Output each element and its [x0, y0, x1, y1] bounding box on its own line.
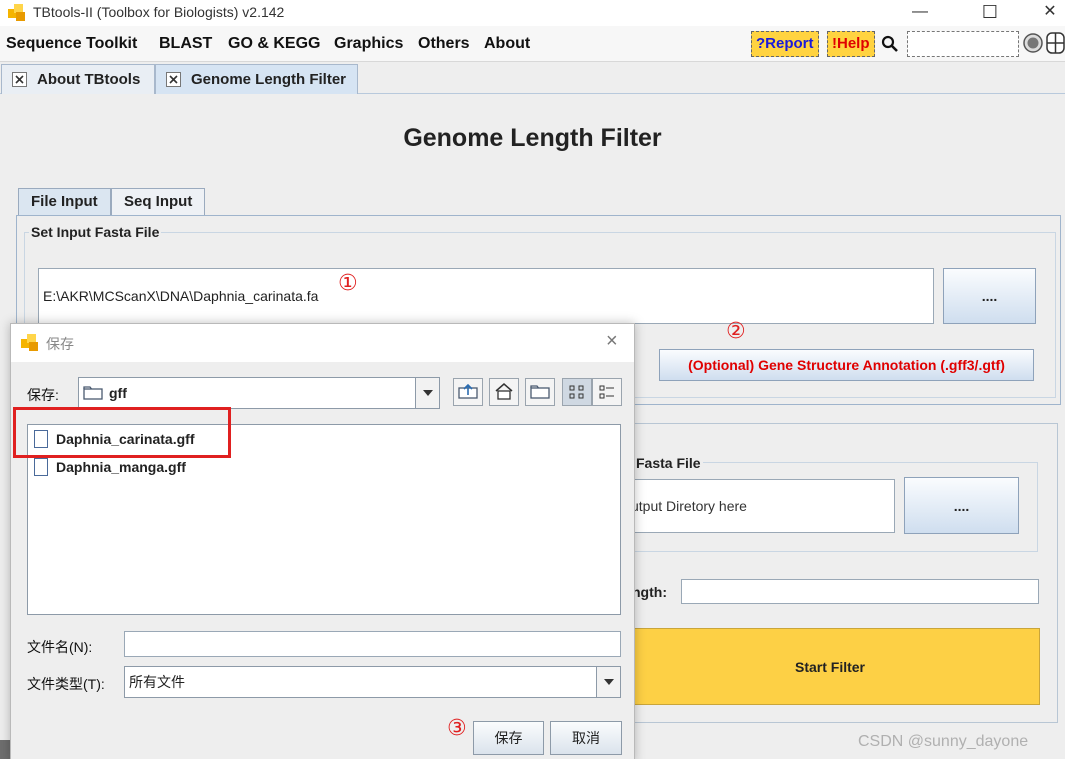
chevron-down-icon[interactable]: [596, 667, 620, 697]
save-button[interactable]: 保存: [473, 721, 544, 755]
input-fasta-path-value: E:\AKR\MCScanX\DNA\Daphnia_carinata.fa: [43, 288, 319, 304]
start-filter-button[interactable]: Start Filter: [620, 628, 1040, 705]
minimize-button[interactable]: —: [897, 0, 943, 26]
save-dialog: 保存 × 保存: gff Daphnia_carinata.gff Daphni…: [10, 323, 635, 759]
tab-seq-input[interactable]: Seq Input: [111, 188, 206, 216]
output-group-title: Fasta File: [634, 455, 703, 471]
tab-about-tbtools[interactable]: About TBtools: [1, 64, 155, 94]
input-fasta-path-field[interactable]: E:\AKR\MCScanX\DNA\Daphnia_carinata.fa: [38, 268, 934, 324]
maximize-button[interactable]: ☐: [967, 0, 1013, 26]
gene-structure-annotation-button[interactable]: (Optional) Gene Structure Annotation (.g…: [659, 349, 1034, 381]
home-button[interactable]: [489, 378, 519, 406]
menu-others[interactable]: Others: [418, 35, 470, 53]
step-marker-1: ①: [338, 270, 358, 295]
page-title: Genome Length Filter: [403, 124, 662, 152]
min-length-label: ngth:: [632, 584, 667, 600]
details-view-button[interactable]: [592, 378, 622, 406]
report-button[interactable]: ?Report: [751, 31, 819, 57]
browse-output-button[interactable]: ....: [904, 477, 1019, 534]
file-name: Daphnia_manga.gff: [56, 459, 186, 475]
tab-close-icon[interactable]: [166, 72, 181, 87]
tab-label: About TBtools: [37, 71, 141, 88]
tbtools-logo-icon: [21, 334, 38, 351]
dialog-close-button[interactable]: ×: [606, 330, 618, 353]
filetype-select[interactable]: 所有文件: [124, 666, 621, 698]
min-length-input[interactable]: [681, 579, 1039, 604]
annotation-button-label: (Optional) Gene Structure Annotation (.g…: [688, 357, 1005, 373]
menu-blast[interactable]: BLAST: [159, 35, 212, 53]
search-icon[interactable]: [881, 35, 899, 53]
tbtools-logo-icon: [8, 4, 25, 21]
folder-name: gff: [109, 385, 127, 401]
watermark: CSDN @sunny_dayone: [858, 733, 1029, 750]
cancel-button-label: 取消: [572, 730, 600, 746]
close-window-button[interactable]: ✕: [1027, 0, 1065, 26]
record-icon[interactable]: [1022, 32, 1044, 54]
step-marker-3: ③: [447, 715, 467, 740]
browse-label: ....: [953, 497, 970, 514]
title-bar: TBtools-II (Toolbox for Biologists) v2.1…: [0, 0, 1065, 26]
grid-icon[interactable]: [1046, 32, 1065, 54]
tab-label: Genome Length Filter: [191, 71, 347, 88]
window-title: TBtools-II (Toolbox for Biologists) v2.1…: [33, 4, 285, 20]
document-tab-bar: About TBtools Genome Length Filter: [0, 62, 1065, 94]
input-group-title: Set Input Fasta File: [29, 224, 162, 240]
output-directory-field[interactable]: utput Diretory here: [620, 479, 895, 533]
up-one-level-button[interactable]: [453, 378, 483, 406]
start-filter-label: Start Filter: [794, 658, 865, 675]
save-button-label: 保存: [494, 730, 523, 746]
save-in-folder-select[interactable]: gff: [78, 377, 440, 409]
save-in-label: 保存:: [27, 387, 59, 403]
tab-genome-length-filter[interactable]: Genome Length Filter: [155, 64, 358, 94]
help-button[interactable]: !Help: [827, 31, 875, 57]
menu-about[interactable]: About: [484, 35, 530, 53]
browse-label: ....: [981, 288, 998, 304]
step-marker-2: ②: [726, 318, 746, 343]
menu-sequence-toolkit[interactable]: Sequence Toolkit: [6, 35, 137, 53]
filename-input[interactable]: [124, 631, 621, 657]
filename-label: 文件名(N):: [27, 639, 93, 655]
window-edge: [0, 740, 10, 759]
list-item[interactable]: Daphnia_manga.gff: [34, 455, 186, 479]
folder-icon: [83, 386, 103, 400]
chevron-down-icon[interactable]: [415, 378, 439, 408]
tab-file-input[interactable]: File Input: [18, 188, 111, 216]
file-icon: [34, 458, 48, 476]
browse-input-button[interactable]: ....: [943, 268, 1036, 324]
search-input[interactable]: [907, 31, 1019, 57]
filetype-label: 文件类型(T):: [27, 676, 105, 692]
dialog-title: 保存: [46, 336, 74, 352]
tab-close-icon[interactable]: [12, 72, 27, 87]
list-view-button[interactable]: [562, 378, 592, 406]
new-folder-button[interactable]: [525, 378, 555, 406]
highlight-annotation-box: [13, 407, 231, 458]
menu-go-kegg[interactable]: GO & KEGG: [228, 35, 320, 53]
output-directory-placeholder: utput Diretory here: [631, 498, 747, 514]
cancel-button[interactable]: 取消: [550, 721, 622, 755]
menu-bar: Sequence Toolkit BLAST GO & KEGG Graphic…: [0, 26, 1065, 62]
filetype-value: 所有文件: [129, 674, 185, 690]
dialog-title-bar: 保存 ×: [11, 324, 634, 362]
menu-graphics[interactable]: Graphics: [334, 35, 403, 53]
